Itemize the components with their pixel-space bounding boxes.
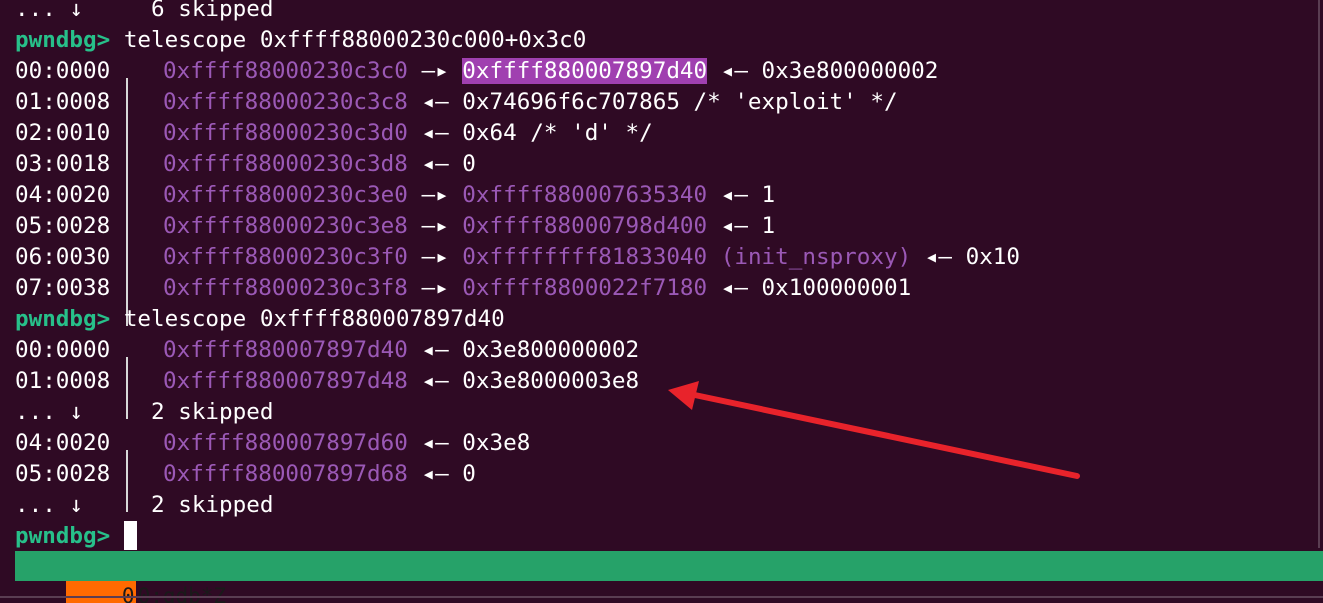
session-index: 0	[65, 581, 136, 603]
window-tab-gdb[interactable]: 0:gdb*Z	[136, 584, 227, 603]
terminal-window[interactable]: ... ↓ 6 skipped pwndbg> telescope 0xffff8…	[0, 0, 1323, 603]
bottom-border	[0, 596, 1323, 598]
annotation-arrow-head	[668, 381, 699, 410]
pane-divider	[1318, 0, 1320, 548]
tmux-status-bar: 0 0:gdb*Z	[15, 551, 1323, 603]
annotation-arrow	[668, 381, 1080, 479]
annotation-arrow-shaft	[687, 391, 1080, 479]
